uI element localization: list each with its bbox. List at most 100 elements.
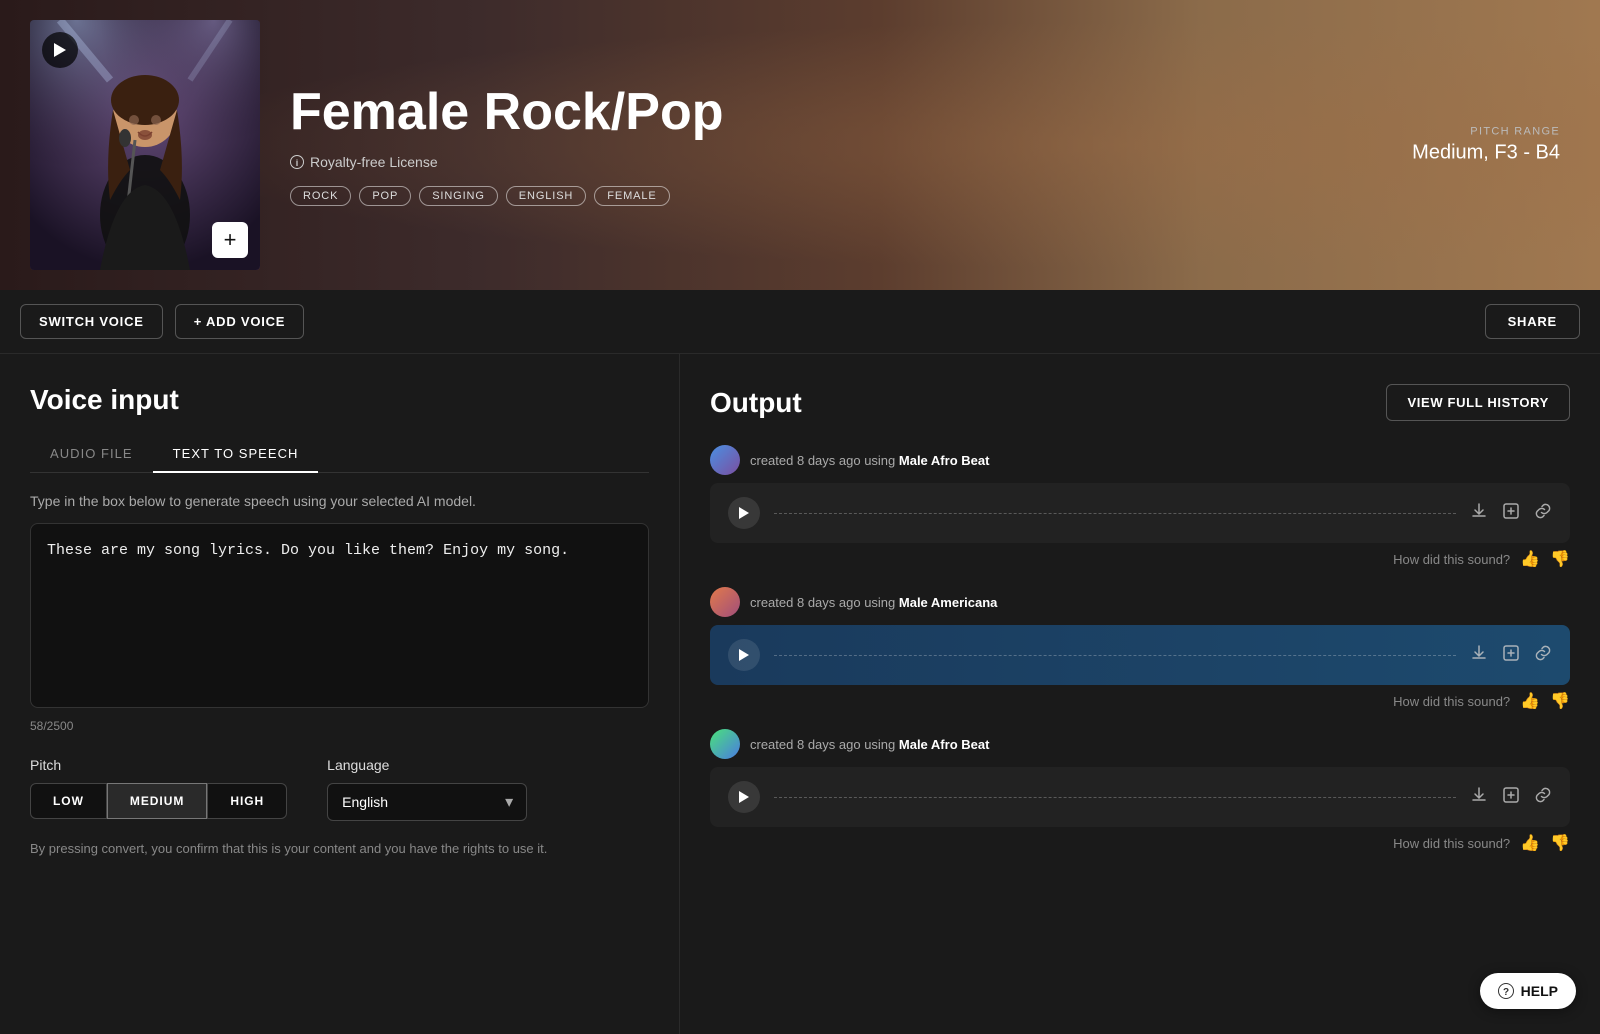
tab-text-to-speech[interactable]: TEXT TO SPEECH [153,436,319,473]
player-icons [1470,502,1552,525]
params-row: Pitch LOW MEDIUM HIGH Language English S… [30,757,649,821]
output-title: Output [710,387,802,419]
feedback-row: How did this sound? 👍 👎 [710,691,1570,711]
download-button[interactable] [1470,644,1488,667]
pitch-label: Pitch [30,757,287,773]
add-to-project-button[interactable] [1502,502,1520,525]
copy-link-button[interactable] [1534,786,1552,809]
feedback-label: How did this sound? [1393,552,1510,567]
hero-play-button[interactable] [42,32,78,68]
output-item: created 8 days ago using Male Afro Beat [710,445,1570,569]
thumbs-up-button[interactable]: 👍 [1520,549,1540,569]
hero-tag: FEMALE [594,186,669,206]
toolbar: SWITCH VOICE + ADD VOICE SHARE [0,290,1600,354]
hero-title: Female Rock/Pop [290,84,1570,141]
char-count: 58/2500 [30,719,649,733]
hero-license: i Royalty-free License [290,154,1570,170]
textarea-wrap [30,523,649,713]
tab-hint: Type in the box below to generate speech… [30,493,649,509]
lyrics-textarea[interactable] [30,523,649,708]
license-text: Royalty-free License [310,154,438,170]
output-item-meta: created 8 days ago using Male Afro Beat [710,729,1570,759]
player-icons [1470,786,1552,809]
help-icon: ? [1498,983,1514,999]
avatar [710,729,740,759]
waveform [774,787,1456,807]
hero-tag: SINGING [419,186,498,206]
help-button[interactable]: ? HELP [1480,973,1576,1009]
feedback-label: How did this sound? [1393,694,1510,709]
avatar [710,587,740,617]
add-voice-button[interactable]: + ADD VOICE [175,304,305,339]
disclaimer: By pressing convert, you confirm that th… [30,841,649,856]
feedback-row: How did this sound? 👍 👎 [710,833,1570,853]
feedback-label: How did this sound? [1393,836,1510,851]
hero-info: Female Rock/Pop i Royalty-free License R… [290,84,1570,205]
audio-player [710,483,1570,543]
player-icons [1470,644,1552,667]
thumbs-down-button[interactable]: 👎 [1550,549,1570,569]
thumbs-down-button[interactable]: 👎 [1550,833,1570,853]
language-select-wrap: English Spanish French German Italian [327,783,527,821]
output-panel: Output VIEW FULL HISTORY created 8 days … [680,354,1600,1034]
add-to-project-button[interactable] [1502,786,1520,809]
language-group: Language English Spanish French German I… [327,757,527,821]
tab-audio-file[interactable]: AUDIO FILE [30,436,153,473]
output-item: created 8 days ago using Male Afro Beat [710,729,1570,853]
play-button[interactable] [728,497,760,529]
hero-banner: + Female Rock/Pop i Royalty-free License… [0,0,1600,290]
output-meta-text: created 8 days ago using Male Afro Beat [750,453,989,468]
share-button[interactable]: SHARE [1485,304,1580,339]
language-select[interactable]: English Spanish French German Italian [327,783,527,821]
voice-input-panel: Voice input AUDIO FILE TEXT TO SPEECH Ty… [0,354,680,1034]
output-items-list: created 8 days ago using Male Afro Beat [710,445,1570,853]
hero-tag: ENGLISH [506,186,586,206]
pitch-low-button[interactable]: LOW [30,783,107,819]
output-voice-name: Male Afro Beat [899,737,990,752]
voice-input-title: Voice input [30,384,649,416]
play-button[interactable] [728,639,760,671]
waveform-line [774,513,1456,514]
output-item-meta: created 8 days ago using Male Afro Beat [710,445,1570,475]
output-item: created 8 days ago using Male Americana [710,587,1570,711]
info-icon: i [290,155,304,169]
copy-link-button[interactable] [1534,644,1552,667]
output-item-meta: created 8 days ago using Male Americana [710,587,1570,617]
view-full-history-button[interactable]: VIEW FULL HISTORY [1386,384,1570,421]
audio-player [710,625,1570,685]
hero-add-button[interactable]: + [212,222,248,258]
switch-voice-button[interactable]: SWITCH VOICE [20,304,163,339]
tabs: AUDIO FILE TEXT TO SPEECH [30,436,649,473]
add-to-project-button[interactable] [1502,644,1520,667]
svg-text:i: i [296,158,299,168]
download-button[interactable] [1470,502,1488,525]
output-header: Output VIEW FULL HISTORY [710,384,1570,421]
waveform-line [774,655,1456,656]
pitch-medium-button[interactable]: MEDIUM [107,783,207,819]
play-button[interactable] [728,781,760,813]
hero-tags: ROCK POP SINGING ENGLISH FEMALE [290,186,1570,206]
hero-image-wrap: + [30,20,260,270]
thumbs-up-button[interactable]: 👍 [1520,833,1540,853]
output-voice-name: Male Americana [899,595,998,610]
waveform [774,503,1456,523]
pitch-buttons: LOW MEDIUM HIGH [30,783,287,819]
pitch-high-button[interactable]: HIGH [207,783,287,819]
output-meta-text: created 8 days ago using Male Afro Beat [750,737,989,752]
copy-link-button[interactable] [1534,502,1552,525]
hero-tag: ROCK [290,186,351,206]
waveform-line [774,797,1456,798]
help-label: HELP [1521,983,1558,999]
pitch-range-value: Medium, F3 - B4 [1412,142,1560,165]
thumbs-up-button[interactable]: 👍 [1520,691,1540,711]
output-meta-text: created 8 days ago using Male Americana [750,595,997,610]
hero-tag: POP [359,186,411,206]
main-layout: Voice input AUDIO FILE TEXT TO SPEECH Ty… [0,354,1600,1034]
thumbs-down-button[interactable]: 👎 [1550,691,1570,711]
feedback-row: How did this sound? 👍 👎 [710,549,1570,569]
output-voice-name: Male Afro Beat [899,453,990,468]
svg-text:?: ? [1503,987,1509,998]
download-button[interactable] [1470,786,1488,809]
avatar [710,445,740,475]
pitch-range-label: PITCH RANGE [1412,126,1560,138]
